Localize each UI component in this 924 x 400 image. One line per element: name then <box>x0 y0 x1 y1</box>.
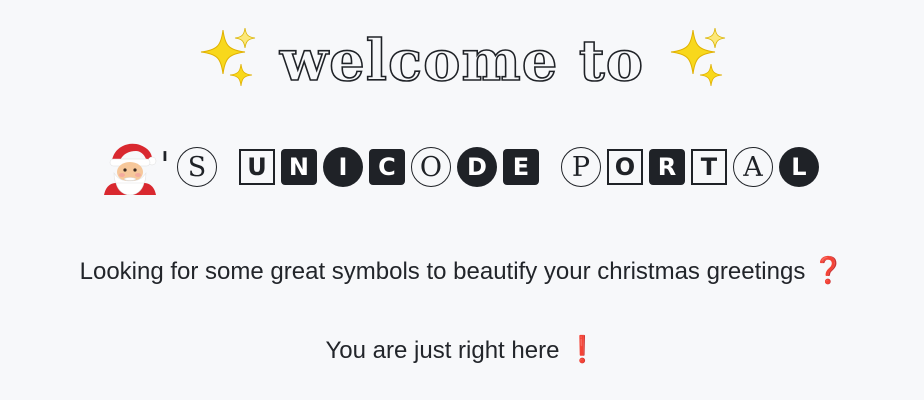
sparkles-icon <box>671 27 726 87</box>
letter-s: S <box>176 146 217 187</box>
letter-u: U <box>238 148 275 185</box>
sparkles-icon <box>200 27 255 87</box>
intro-paragraph: Looking for some great symbols to beauti… <box>0 254 924 288</box>
letter-p: P <box>560 146 601 187</box>
letter-l: L <box>778 146 819 187</box>
santa-icon <box>102 139 158 195</box>
sparkles-icon-right <box>667 24 727 97</box>
question-mark-icon: ❓ <box>811 256 845 286</box>
letter-c: C <box>368 148 405 185</box>
right-here-paragraph: You are just right here ❗ <box>0 333 924 367</box>
letter-r: R <box>648 148 685 185</box>
right-here-text: You are just right here <box>325 337 560 364</box>
letter-i: I <box>322 146 363 187</box>
intro-text: Looking for some great symbols to beauti… <box>79 258 806 285</box>
letter-d: D <box>456 146 497 187</box>
letter-t: T <box>690 148 727 185</box>
exclamation-mark-icon: ❗ <box>566 335 599 365</box>
title-text: welcome to <box>279 27 645 94</box>
sparkles-icon-left <box>197 24 257 97</box>
title-row: welcome to <box>0 22 924 98</box>
letter-e: E <box>502 148 539 185</box>
apostrophe: ' <box>160 145 170 187</box>
letter-n: N <box>280 148 317 185</box>
letter-a: A <box>732 146 773 187</box>
portal-title-row: ' S U N I C O D E P O R T A L <box>0 134 924 198</box>
letter-o: O <box>606 148 643 185</box>
letter-o: O <box>410 146 451 187</box>
